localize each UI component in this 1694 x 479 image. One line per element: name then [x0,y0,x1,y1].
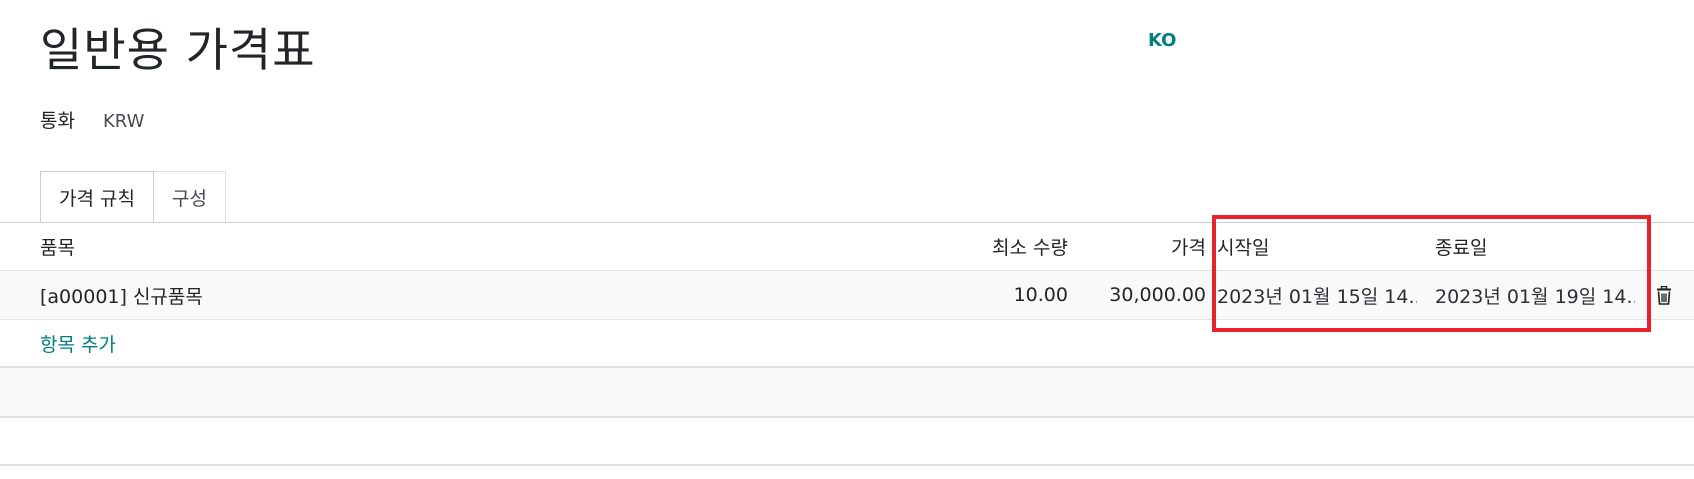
column-header-price[interactable]: 가격 [1075,223,1206,270]
table-header: 품목 최소 수량 가격 시작일 종료일 [0,223,1694,271]
trash-icon[interactable] [1652,271,1676,319]
tab-configuration[interactable]: 구성 [153,171,226,223]
column-header-product[interactable]: 품목 [40,223,740,270]
cell-min-qty[interactable]: 10.00 [900,271,1068,319]
notebook-tabs: 가격 규칙 구성 [40,171,226,224]
currency-label: 통화 [40,110,75,132]
currency-field: 통화 KRW [40,106,144,133]
empty-row [0,418,1694,466]
cell-end-date[interactable]: 2023년 01월 19일 14... [1435,271,1635,319]
page-title: 일반용 가격표 [40,23,316,77]
cell-price[interactable]: 30,000.00 [1075,271,1206,319]
pricelist-form: 일반용 가격표 KO 통화 KRW 가격 규칙 구성 품목 최소 수량 가격 시… [0,0,1694,479]
cell-start-date[interactable]: 2023년 01월 15일 14... [1217,271,1417,319]
tab-price-rules[interactable]: 가격 규칙 [40,171,154,224]
cell-product[interactable]: [a00001] 신규품목 [40,271,740,319]
column-header-start-date[interactable]: 시작일 [1217,223,1417,270]
empty-row [0,368,1694,418]
column-header-min-qty[interactable]: 최소 수량 [900,223,1068,270]
column-header-end-date[interactable]: 종료일 [1435,223,1635,270]
add-line-row: 항목 추가 [0,320,1694,368]
price-rules-table: 품목 최소 수량 가격 시작일 종료일 [a00001] 신규품목 10.00 … [0,223,1694,466]
language-badge[interactable]: KO [1148,30,1176,51]
currency-value[interactable]: KRW [103,111,144,132]
add-line-link[interactable]: 항목 추가 [40,320,116,366]
table-row[interactable]: [a00001] 신규품목 10.00 30,000.00 2023년 01월 … [0,271,1694,320]
